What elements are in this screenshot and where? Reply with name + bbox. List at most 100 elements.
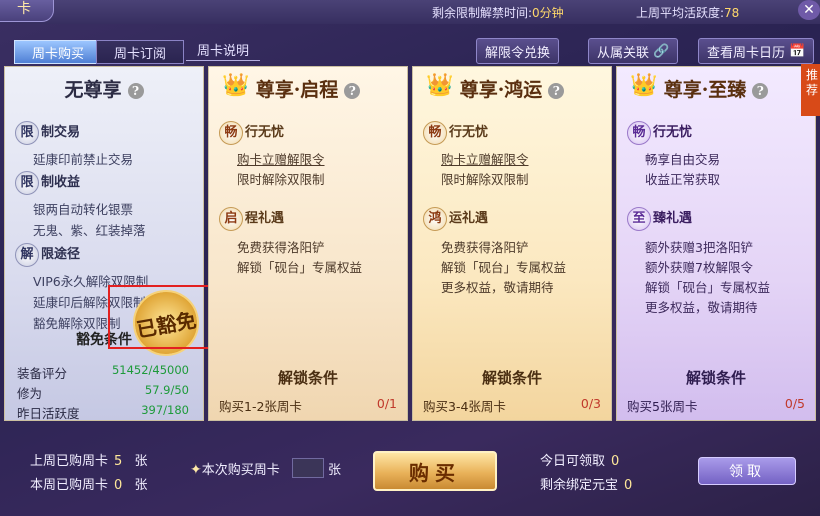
remaining-bound-gold-value: 0 [624,478,633,493]
stat-value: 57.9/50 [144,383,189,397]
last-week-purchased: 上周已购周卡 5 张 [30,450,147,469]
stat-label: 装备评分 [17,366,68,381]
stat-row: 装备评分 51452/45000 [17,363,189,382]
unlock-condition-title: 解锁条件 [277,369,338,387]
exchange-button[interactable]: 解限令兑换 [476,38,560,64]
unlock-condition-text: 购买5张周卡 [627,399,698,414]
section-label: 行无忧 [449,125,489,140]
last-week-activity: 上周平均活跃度:78 [636,4,739,21]
section-line: 限时解除双限制 [441,172,529,187]
help-icon[interactable]: ? [548,83,565,99]
unlock-condition-row: 购买3-4张周卡 0/3 [423,396,601,415]
calendar-button[interactable]: 查看周卡日历 📅 [698,38,815,64]
unit-label: 张 [134,454,148,469]
help-icon[interactable]: ? [752,83,769,99]
section-line: 银两自动转化银票 [33,202,134,217]
buy-qty-unit: 张 [328,463,342,478]
section-badge-icon: 畅 [423,121,447,145]
section-label: 行无忧 [245,125,285,140]
this-week-purchased: 本周已购周卡 0 张 [30,474,147,493]
card-title: 无尊享? [5,75,203,102]
help-icon[interactable]: ? [344,83,361,99]
buy-qty-input[interactable] [292,458,324,478]
buy-qty-label: ✦本次购买周卡 [190,459,280,478]
card-title: 尊享·鸿运? [413,75,611,102]
section-label: 臻礼遇 [653,211,693,226]
section-badge-icon: 鸿 [423,207,447,231]
section-heading: 限制收益 [15,171,80,195]
card-no-privilege: 无尊享? 限制交易 延康印前禁止交易 限制收益 银两自动转化银票 无鬼、紫、红装… [4,66,204,421]
claimable-today: 今日可领取 0 [540,450,619,469]
section-line: 解锁「砚台」专属权益 [645,280,771,295]
last-week-purchased-value: 5 [114,454,123,469]
card-privilege-qicheng[interactable]: 👑 尊享·启程? 畅行无忧 购卡立赠解限令 限时解除双限制 启程礼遇 免费获得洛… [208,66,408,421]
unlock-condition-text: 购买3-4张周卡 [423,399,506,414]
section-badge-icon: 解 [15,243,39,267]
card-privilege-hongyun[interactable]: 👑 尊享·鸿运? 畅行无忧 购卡立赠解限令 限时解除双限制 鸿运礼遇 免费获得洛… [412,66,612,421]
section-heading: 畅行无忧 [423,121,488,145]
buy-qty-label-text: 本次购买周卡 [201,463,280,478]
section-line: 无鬼、紫、红装掉落 [33,223,146,238]
close-icon[interactable]: ✕ [798,0,820,20]
unlock-condition-progress: 0/1 [376,396,397,411]
section-line: 限时解除双限制 [237,172,325,187]
section-line: 更多权益，敬请期待 [645,300,758,315]
claimable-today-value: 0 [611,454,620,469]
last-week-purchased-label: 上周已购周卡 [30,454,109,469]
last-week-activity-label: 上周平均活跃度: [636,6,725,20]
section-badge-icon: 启 [219,207,243,231]
stat-label: 昨日活跃度 [17,406,80,421]
bind-button[interactable]: 从属关联 🔗 [588,38,679,64]
section-line: 购卡立赠解限令 [237,152,325,167]
section-heading: 解限途径 [15,243,80,267]
card-title-text: 尊享·启程 [255,79,339,101]
bind-label: 从属关联 [597,45,650,61]
section-line: 购卡立赠解限令 [441,152,529,167]
card-privilege-zhizhen[interactable]: 👑 尊享·至臻? 畅行无忧 畅享自由交易 收益正常获取 至臻礼遇 额外获赠3把洛… [616,66,816,421]
section-line: 额外获赠7枚解限令 [645,260,753,275]
stat-value: 51452/45000 [111,363,189,377]
this-week-purchased-value: 0 [114,478,123,493]
section-line: 免费获得洛阳铲 [237,240,325,255]
section-line: 更多权益，敬请期待 [441,280,554,295]
claim-button[interactable]: 领取 [698,457,796,485]
this-week-purchased-label: 本周已购周卡 [30,478,109,493]
calendar-icon: 📅 [789,43,806,59]
section-label: 制收益 [41,175,81,190]
tab-weekly-info[interactable]: 周卡说明 [186,38,260,61]
restriction-time-value: 0分钟 [532,6,564,20]
section-line: 收益正常获取 [645,172,721,187]
restriction-time: 剩余限制解禁时间:0分钟 [432,4,564,21]
section-heading: 畅行无忧 [627,121,692,145]
stat-row: 昨日活跃度 397/180 [17,403,189,422]
section-label: 程礼遇 [245,211,285,226]
unlock-condition-row: 购买1-2张周卡 0/1 [219,396,397,415]
help-icon[interactable]: ? [127,83,144,99]
remaining-bound-gold-label: 剩余绑定元宝 [540,478,619,493]
window-title: 卡 [0,0,54,22]
section-line: 解锁「砚台」专属权益 [441,260,567,275]
unlock-condition-progress: 0/3 [580,396,601,411]
exchange-label: 解限令兑换 [485,45,551,61]
tab-weekly-subscribe[interactable]: 周卡订阅 [96,40,184,64]
unlock-condition-progress: 0/5 [784,396,805,411]
section-label: 行无忧 [653,125,693,140]
calendar-label: 查看周卡日历 [707,45,786,61]
section-line: 畅享自由交易 [645,152,721,167]
section-heading: 畅行无忧 [219,121,284,145]
stat-label: 修为 [17,386,43,401]
card-title: 尊享·启程? [209,75,407,102]
card-title-text: 尊享·鸿运 [459,79,543,101]
section-badge-icon: 至 [627,207,651,231]
unlock-condition-title: 解锁条件 [685,369,746,387]
stat-row: 修为 57.9/50 [17,383,189,402]
card-title-text: 无尊享 [64,79,122,101]
card-title-text: 尊享·至臻 [663,79,747,101]
last-week-activity-value: 78 [724,6,740,20]
section-badge-icon: 畅 [219,121,243,145]
buy-button[interactable]: 购买 [373,451,497,491]
section-badge-icon: 限 [15,121,39,145]
section-label: 限途径 [41,247,81,262]
remaining-bound-gold: 剩余绑定元宝 0 [540,474,632,493]
tab-weekly-buy[interactable]: 周卡购买 [14,40,102,64]
